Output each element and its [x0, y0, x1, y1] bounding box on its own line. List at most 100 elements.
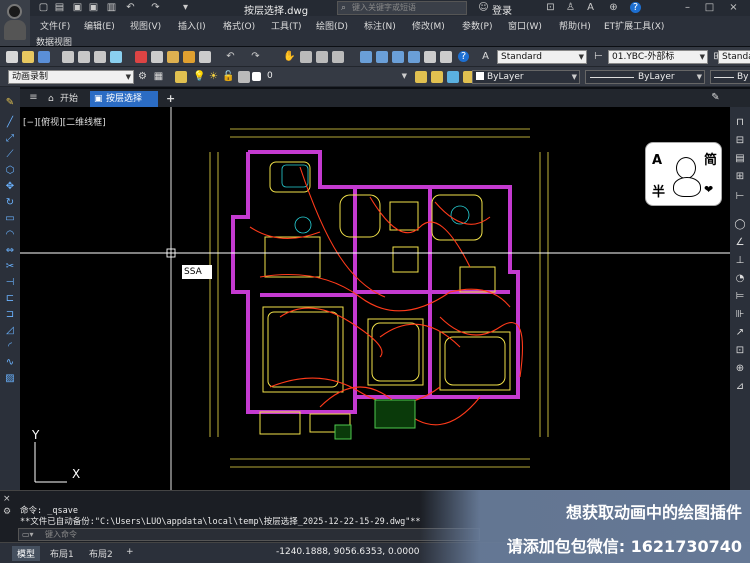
- arc-icon[interactable]: ◠: [4, 229, 16, 241]
- people-icon[interactable]: ♙: [565, 2, 576, 13]
- open-file-icon[interactable]: ▤: [54, 2, 65, 13]
- layout-tab-model[interactable]: 模型: [12, 546, 41, 561]
- new-file-icon[interactable]: ▢: [38, 2, 49, 13]
- tb-zoom-window-icon[interactable]: [316, 51, 328, 63]
- sun-icon[interactable]: ☀: [208, 71, 219, 82]
- tb-properties-icon[interactable]: [360, 51, 372, 63]
- coordinate-readout[interactable]: -1240.1888, 9056.6353, 0.0000: [276, 547, 420, 557]
- login-button[interactable]: 登录: [492, 2, 512, 17]
- spline-icon[interactable]: ∿: [4, 357, 16, 369]
- tolerance-icon[interactable]: ⊡: [734, 345, 746, 357]
- menu-dimension[interactable]: 标注(N): [364, 19, 396, 32]
- dropdown-icon[interactable]: ▾: [180, 2, 191, 13]
- fillet-icon[interactable]: ◜: [4, 341, 16, 353]
- move-icon[interactable]: ✥: [4, 181, 16, 193]
- tb-block-icon[interactable]: [199, 51, 211, 63]
- make-current-icon[interactable]: [415, 71, 427, 83]
- save-as-icon[interactable]: ▣: [88, 2, 99, 13]
- cart-icon[interactable]: ⊡: [545, 2, 556, 13]
- workspace-select[interactable]: 动画录制 ▼: [8, 70, 134, 84]
- menu-draw[interactable]: 绘图(D): [316, 19, 348, 32]
- tb-sheet-set-icon[interactable]: [408, 51, 420, 63]
- ordinate-icon[interactable]: ⊥: [734, 255, 746, 267]
- pin-icon[interactable]: ⊓: [734, 117, 746, 129]
- tb-redo-icon[interactable]: ↷: [250, 51, 261, 62]
- menu-tools[interactable]: 工具(T): [271, 19, 302, 32]
- menu-edit[interactable]: 编辑(E): [84, 19, 115, 32]
- tb-tool-palettes-icon[interactable]: [392, 51, 404, 63]
- scissors-icon[interactable]: ✂: [4, 261, 16, 273]
- tb-pan-icon[interactable]: ✋: [283, 51, 295, 62]
- circle-icon[interactable]: ◯: [734, 219, 746, 231]
- join-icon[interactable]: ⊐: [4, 309, 16, 321]
- extend-icon[interactable]: ⊣: [4, 277, 16, 289]
- baseline-icon[interactable]: ⊨: [734, 291, 746, 303]
- tb-design-center-icon[interactable]: [376, 51, 388, 63]
- tb-save-icon[interactable]: [38, 51, 50, 63]
- text-style-select[interactable]: Standard ▼: [497, 50, 587, 64]
- tb-dim-style-icon[interactable]: ⊢: [593, 51, 604, 62]
- tab-start[interactable]: ⌂ 开始: [44, 91, 84, 107]
- minimize-icon[interactable]: –: [682, 2, 693, 13]
- tb-preview-icon[interactable]: [78, 51, 90, 63]
- construction-line-icon[interactable]: ⤢: [4, 133, 16, 145]
- tb-zoom-previous-icon[interactable]: [332, 51, 344, 63]
- properties-panel-icon[interactable]: ✎: [710, 92, 721, 103]
- layer-freeze-icon[interactable]: ⊟: [734, 135, 746, 147]
- layer-state-icon[interactable]: [447, 71, 459, 83]
- tb-text-style-icon[interactable]: A: [480, 51, 491, 62]
- redo-icon[interactable]: ↷: [150, 2, 161, 13]
- polyline-icon[interactable]: ⟋: [4, 149, 16, 161]
- current-layer-select[interactable]: 0 ▼: [264, 70, 409, 84]
- plot-icon[interactable]: ▤: [734, 153, 746, 165]
- menu-window[interactable]: 窗口(W): [508, 19, 542, 32]
- line-icon[interactable]: ╱: [4, 117, 16, 129]
- maximize-icon[interactable]: □: [704, 2, 715, 13]
- tb-3d-icon[interactable]: [110, 51, 122, 63]
- layer-style-select[interactable]: 01.YBC-外部标 ▼: [608, 50, 708, 64]
- leader-icon[interactable]: ↗: [734, 327, 746, 339]
- tb-print-icon[interactable]: [62, 51, 74, 63]
- command-input[interactable]: ▭▾ 键入命令: [18, 528, 480, 541]
- exchange-icon[interactable]: A: [585, 2, 596, 13]
- rotate-icon[interactable]: ↻: [4, 197, 16, 209]
- menu-help[interactable]: 帮助(H): [559, 19, 591, 32]
- radius-icon[interactable]: ◔: [734, 273, 746, 285]
- menu-parameter[interactable]: 参数(P): [462, 19, 492, 32]
- color-select[interactable]: ByLayer ▼: [472, 70, 580, 84]
- search-input[interactable]: ⌕ 键入关键字或短语: [337, 1, 467, 15]
- dynamic-input-box[interactable]: SSA: [182, 265, 212, 279]
- layer-manager-icon[interactable]: [175, 71, 187, 83]
- tb-match-icon[interactable]: [183, 51, 195, 63]
- tab-menu-icon[interactable]: ≡: [28, 92, 39, 103]
- drawing-canvas[interactable]: [−][俯视][二维线框] SSA Y X: [20, 107, 730, 490]
- chamfer-icon[interactable]: ◿: [4, 325, 16, 337]
- layout-tab-add[interactable]: +: [121, 546, 139, 558]
- user-icon[interactable]: ☺: [478, 2, 489, 13]
- tb-publish-icon[interactable]: [94, 51, 106, 63]
- tb-calculator-icon[interactable]: [440, 51, 452, 63]
- dim-style-select[interactable]: Standa: [718, 50, 750, 64]
- tab-current-drawing[interactable]: ▣ 按层选择: [90, 91, 158, 107]
- lock-icon[interactable]: 🔓: [222, 71, 234, 82]
- menu-view[interactable]: 视图(V): [130, 19, 161, 32]
- stretch-icon[interactable]: ⇔: [4, 245, 16, 257]
- light-bulb-icon[interactable]: 💡: [193, 71, 205, 82]
- stay-connected-icon[interactable]: ⊕: [608, 2, 619, 13]
- menu-express-tools[interactable]: ET扩展工具(X): [604, 19, 664, 32]
- polygon-icon[interactable]: ⬡: [4, 165, 16, 177]
- new-tab-button[interactable]: +: [162, 91, 181, 107]
- gear-icon[interactable]: ⚙: [137, 71, 148, 82]
- layer-icon[interactable]: [238, 71, 250, 83]
- break-icon[interactable]: ⊏: [4, 293, 16, 305]
- edit-dim-icon[interactable]: ⊿: [734, 381, 746, 393]
- menu-modify[interactable]: 修改(M): [412, 19, 445, 32]
- menu-insert[interactable]: 插入(I): [178, 19, 206, 32]
- angular-dim-icon[interactable]: ∠: [734, 237, 746, 249]
- command-close-icon[interactable]: ×: [3, 494, 11, 504]
- dimension-icon[interactable]: ⊢: [734, 191, 746, 203]
- rectangle-icon[interactable]: ▭: [4, 213, 16, 225]
- undo-icon[interactable]: ↶: [125, 2, 136, 13]
- close-icon[interactable]: ×: [728, 2, 739, 13]
- center-mark-icon[interactable]: ⊕: [734, 363, 746, 375]
